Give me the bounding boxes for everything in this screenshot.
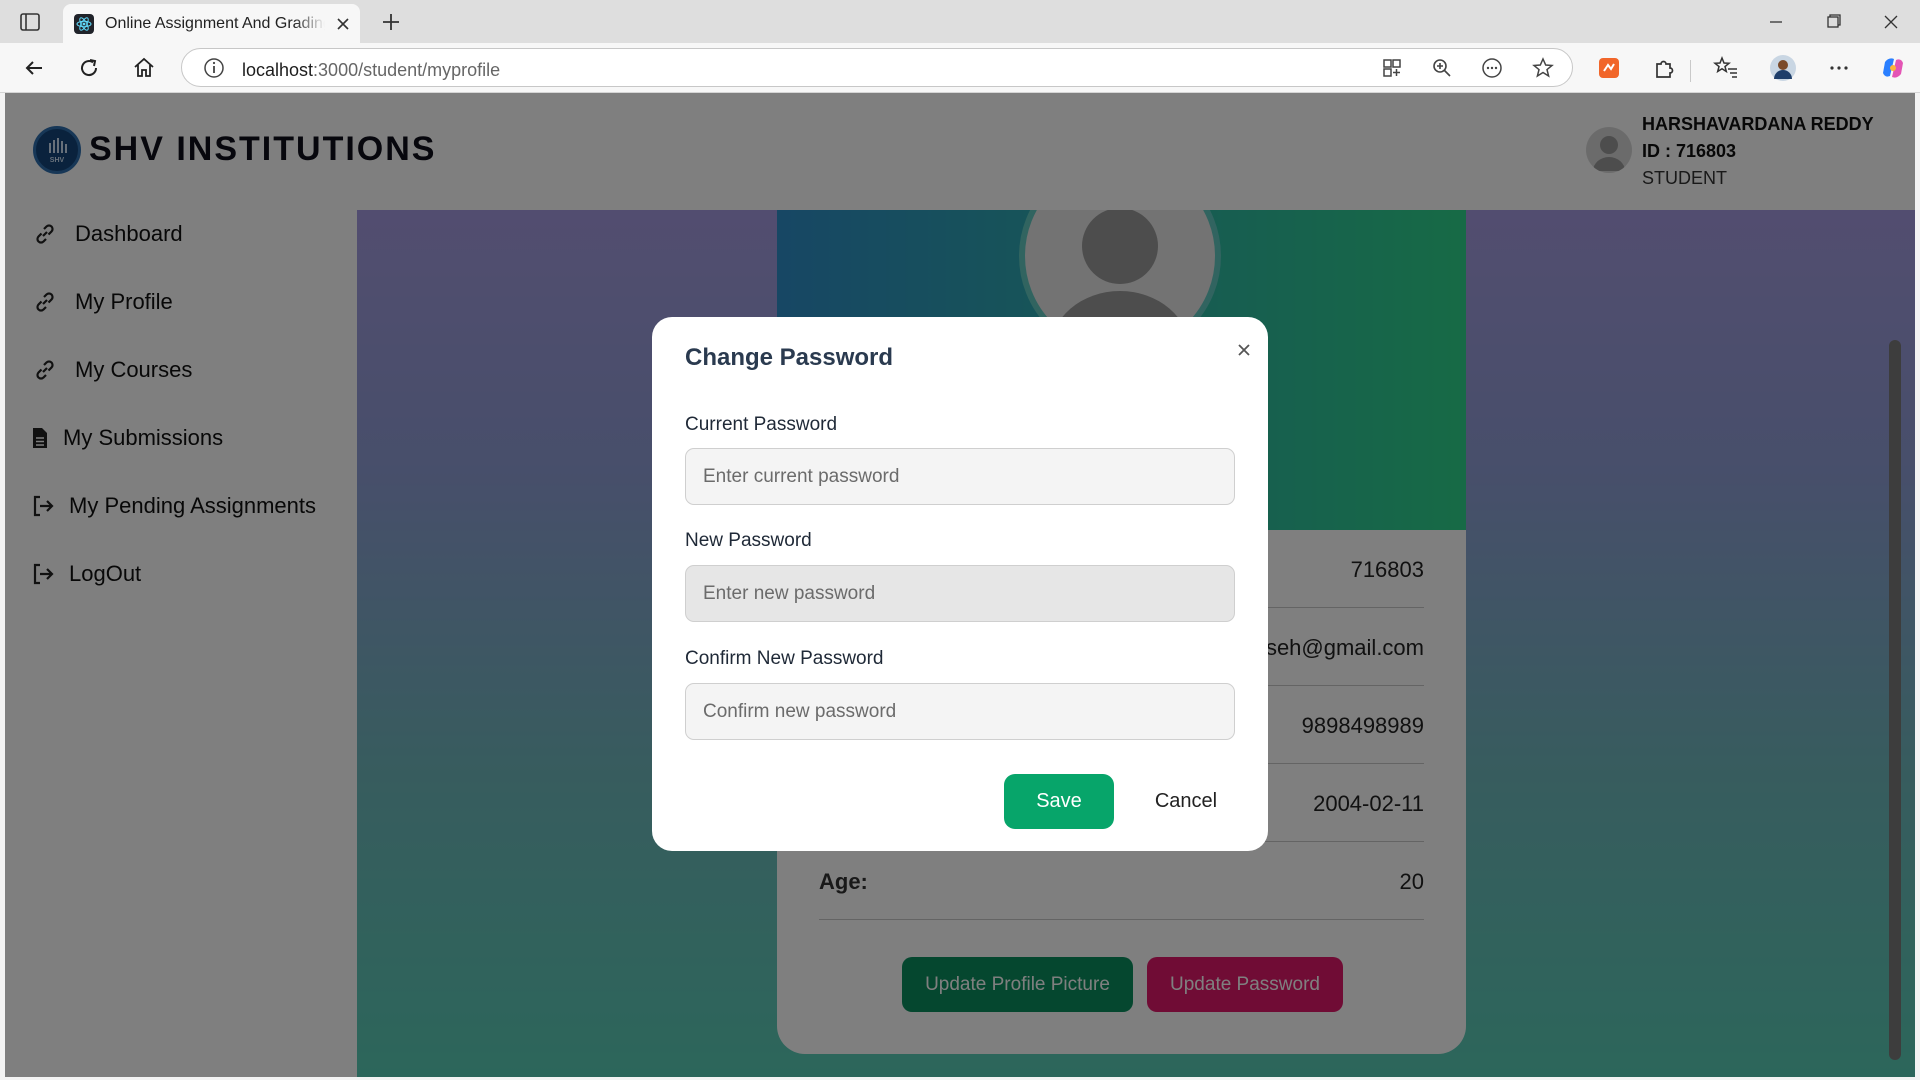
new-tab-icon[interactable] <box>378 9 404 35</box>
address-bar[interactable]: localhost:3000/student/myprofile <box>181 48 1573 87</box>
toolbar-separator <box>1690 60 1691 82</box>
favorites-icon[interactable] <box>1712 54 1740 82</box>
confirm-password-label: Confirm New Password <box>685 648 884 669</box>
site-info-icon[interactable] <box>202 56 226 80</box>
change-password-modal: Change Password Current Password New Pas… <box>652 317 1268 851</box>
restore-icon[interactable] <box>1818 8 1848 36</box>
tab-close-icon[interactable] <box>333 14 353 34</box>
settings-more-icon[interactable] <box>1825 54 1853 82</box>
extension-orange-icon[interactable] <box>1595 54 1623 82</box>
new-password-input[interactable] <box>685 565 1235 622</box>
reload-icon[interactable] <box>75 54 103 82</box>
new-password-label: New Password <box>685 530 812 551</box>
more-tools-icon[interactable] <box>1480 56 1504 80</box>
back-icon[interactable] <box>20 54 48 82</box>
current-password-input[interactable] <box>685 448 1235 505</box>
close-icon[interactable] <box>1231 337 1257 363</box>
close-window-icon[interactable] <box>1876 8 1906 36</box>
zoom-icon[interactable] <box>1430 56 1454 80</box>
cancel-button[interactable]: Cancel <box>1138 774 1234 829</box>
extensions-icon[interactable] <box>1650 54 1678 82</box>
app-available-icon[interactable] <box>1380 56 1404 80</box>
tab-title: Online Assignment And Grading System <box>105 15 325 32</box>
tab-actions-icon[interactable] <box>18 10 42 34</box>
profile-avatar-icon[interactable] <box>1769 54 1797 82</box>
current-password-label: Current Password <box>685 414 838 435</box>
browser-toolbar: localhost:3000/student/myprofile <box>0 43 1920 93</box>
browser-tab[interactable]: Online Assignment And Grading System <box>63 4 360 43</box>
copilot-icon[interactable] <box>1879 54 1907 82</box>
react-icon <box>74 14 94 34</box>
browser-tab-bar: Online Assignment And Grading System <box>0 0 1920 43</box>
home-icon[interactable] <box>130 54 158 82</box>
confirm-password-input[interactable] <box>685 683 1235 740</box>
modal-title: Change Password <box>685 344 894 371</box>
favorite-star-icon[interactable] <box>1531 56 1555 80</box>
url-text: localhost:3000/student/myprofile <box>242 60 501 80</box>
save-button[interactable]: Save <box>1004 774 1114 829</box>
minimize-icon[interactable] <box>1761 8 1791 36</box>
